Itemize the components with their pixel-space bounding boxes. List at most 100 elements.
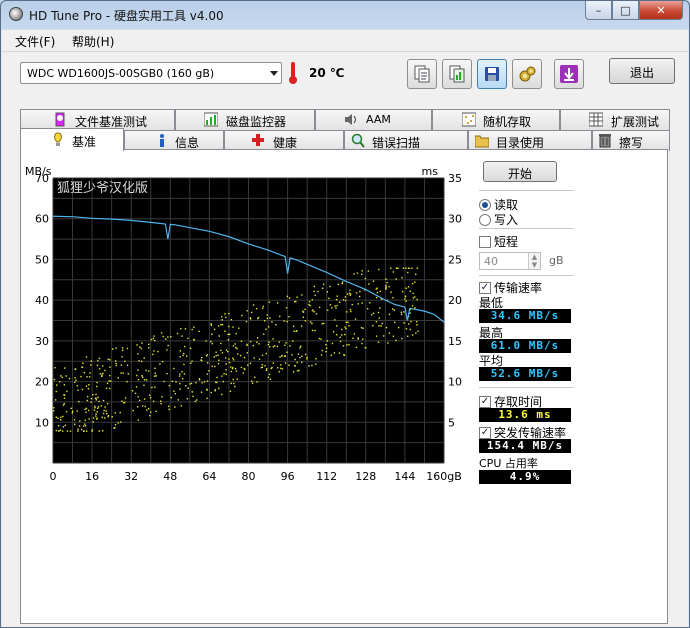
- access-time-point: [88, 409, 90, 412]
- short-stroke-checkbox[interactable]: 短程: [479, 233, 518, 250]
- access-time-point: [182, 354, 184, 357]
- access-time-point: [321, 323, 323, 325]
- access-time-point: [173, 390, 175, 392]
- access-time-point: [331, 307, 333, 309]
- access-time-point: [184, 328, 187, 330]
- tab-extra-tests[interactable]: 扩展测试: [560, 109, 670, 130]
- access-time-point: [391, 308, 394, 310]
- access-time-point: [245, 320, 248, 323]
- y-tick-label-left: 50: [35, 253, 49, 266]
- access-time-point: [189, 383, 191, 385]
- access-time-point: [392, 335, 395, 337]
- options-button[interactable]: [512, 59, 542, 89]
- access-time-point: [351, 303, 353, 306]
- menu-file[interactable]: 文件(F): [15, 33, 55, 50]
- tab-file-benchmark[interactable]: 文件基准测试: [20, 109, 175, 130]
- access-time-point: [170, 336, 172, 338]
- x-tick-label: 64: [202, 470, 216, 483]
- access-time-point: [401, 337, 403, 340]
- short-stroke-label: 短程: [494, 235, 519, 249]
- access-time-point: [234, 385, 236, 388]
- tab-info[interactable]: 信息: [124, 130, 224, 151]
- access-time-point: [135, 386, 138, 388]
- tab-benchmark[interactable]: 基准: [20, 128, 124, 151]
- access-time-point: [380, 325, 382, 327]
- save-button[interactable]: [477, 59, 507, 89]
- access-time-point: [187, 337, 189, 340]
- tab-disk-monitor[interactable]: 磁盘监控器: [175, 109, 315, 130]
- access-time-point: [195, 381, 197, 384]
- drive-select[interactable]: WDC WD1600JS-00SGB0 (160 gB): [20, 62, 282, 84]
- maximize-button[interactable]: □: [612, 1, 639, 20]
- access-time-point: [111, 416, 113, 418]
- tab-aam[interactable]: AAM: [315, 109, 432, 130]
- minimize-button[interactable]: –: [585, 1, 612, 20]
- access-time-point: [206, 388, 208, 391]
- access-time-point: [216, 376, 218, 379]
- exit-button[interactable]: 退出: [609, 58, 675, 84]
- copy-info-button[interactable]: [407, 59, 437, 89]
- access-time-point: [140, 347, 142, 350]
- access-time-point: [296, 370, 299, 372]
- access-time-point: [162, 335, 164, 338]
- access-time-point: [74, 368, 76, 371]
- access-time-point: [65, 410, 68, 413]
- close-button[interactable]: ✕: [639, 1, 683, 20]
- access-time-point: [213, 328, 216, 331]
- title-bar[interactable]: HD Tune Pro - 硬盘实用工具 v4.00 – □ ✕: [1, 1, 689, 29]
- access-time-point: [306, 358, 308, 360]
- access-time-point: [75, 379, 77, 382]
- menu-help[interactable]: 帮助(H): [72, 33, 114, 50]
- access-time-point: [183, 363, 185, 366]
- access-time-point: [104, 406, 106, 408]
- tab-health[interactable]: 健康: [224, 130, 344, 151]
- access-time-point: [346, 311, 348, 313]
- access-time-point: [100, 405, 103, 407]
- short-stroke-unit: gB: [549, 254, 564, 267]
- access-time-point: [138, 360, 140, 362]
- access-time-point: [213, 356, 216, 358]
- access-time-point: [105, 410, 107, 412]
- access-time-point: [127, 373, 130, 375]
- access-time-point: [341, 328, 343, 331]
- tab-error-scan[interactable]: 错误扫描: [344, 130, 468, 151]
- access-time-point: [353, 273, 355, 275]
- access-time-point: [280, 367, 282, 370]
- access-time-point: [408, 267, 410, 269]
- main-content: WDC WD1600JS-00SGB0 (160 gB) 20 ℃ 退出 文件基…: [2, 52, 688, 627]
- tab-erase[interactable]: 擦写: [592, 130, 670, 151]
- access-time-point: [228, 333, 231, 336]
- access-time-point: [215, 381, 217, 384]
- access-time-point: [335, 298, 338, 301]
- copy-results-button[interactable]: [442, 59, 472, 89]
- tab-random-access[interactable]: 随机存取: [432, 109, 560, 130]
- access-time-point: [359, 290, 361, 293]
- access-time-point: [276, 302, 279, 304]
- access-time-point: [251, 382, 254, 384]
- access-time-point: [53, 378, 56, 381]
- access-time-point: [59, 381, 61, 383]
- download-button[interactable]: [554, 59, 584, 89]
- short-stroke-stepper[interactable]: 40 ▲ ▼: [479, 252, 541, 270]
- tab-label: AAM: [366, 113, 391, 126]
- access-time-point: [101, 375, 103, 377]
- access-time-point: [93, 409, 96, 411]
- access-time-point: [185, 355, 188, 357]
- tab-folder-usage[interactable]: 目录使用: [468, 130, 592, 151]
- access-time-point: [336, 325, 338, 327]
- access-time-point: [200, 359, 203, 362]
- access-time-point: [341, 281, 344, 283]
- spin-arrows-icon[interactable]: ▲ ▼: [528, 253, 540, 269]
- x-tick-label: 128: [355, 470, 376, 483]
- write-radio[interactable]: 写入: [479, 211, 518, 228]
- access-time-point: [409, 328, 411, 331]
- access-time-point: [164, 338, 167, 340]
- access-time-point: [194, 400, 197, 403]
- access-time-point: [228, 325, 230, 328]
- access-time-point: [276, 367, 279, 369]
- access-time-point: [388, 313, 391, 316]
- access-time-point: [242, 372, 245, 374]
- start-button[interactable]: 开始: [483, 161, 557, 182]
- checkbox-unchecked-icon: [479, 235, 491, 248]
- access-time-point: [74, 377, 76, 379]
